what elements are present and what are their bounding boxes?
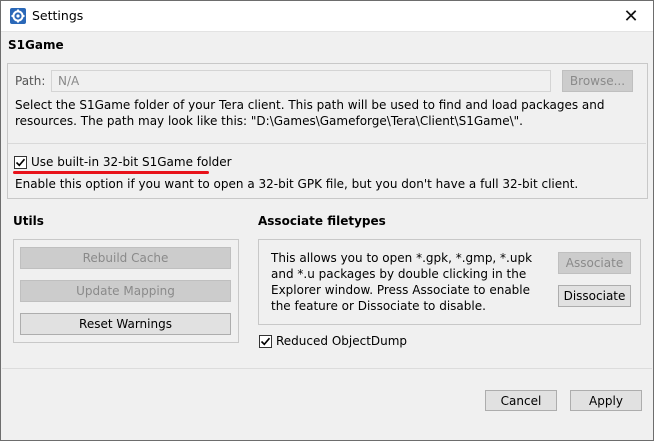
associate-description: This allows you to open *.gpk, *.gmp, *.… (271, 251, 533, 313)
reduced-dump-label[interactable]: Reduced ObjectDump (276, 334, 407, 348)
associate-heading: Associate filetypes (258, 214, 386, 228)
browse-button[interactable]: Browse... (562, 70, 633, 92)
checkmark-icon (260, 337, 271, 346)
footer-separator (2, 368, 652, 369)
tera-gear-icon (10, 8, 26, 24)
path-label: Path: (15, 74, 46, 88)
s1game-description: Select the S1Game folder of your Tera cl… (15, 98, 605, 128)
builtin-checkbox-label[interactable]: Use built-in 32-bit S1Game folder (31, 155, 232, 169)
s1game-heading: S1Game (8, 38, 64, 52)
settings-window: Settings ✕ S1Game Path: N/A Browse... Se… (0, 0, 654, 441)
highlight-underline (13, 171, 209, 174)
checkmark-icon (15, 158, 26, 167)
s1game-separator (8, 143, 646, 144)
path-input[interactable]: N/A (51, 70, 551, 92)
title-bar[interactable]: Settings ✕ (1, 1, 653, 32)
window-title: Settings (32, 8, 84, 23)
cancel-button[interactable]: Cancel (485, 390, 557, 411)
dissociate-button[interactable]: Dissociate (558, 285, 631, 307)
rebuild-cache-button[interactable]: Rebuild Cache (20, 247, 231, 269)
update-mapping-button[interactable]: Update Mapping (20, 280, 231, 302)
close-button[interactable]: ✕ (609, 1, 653, 31)
apply-button[interactable]: Apply (570, 390, 642, 411)
utils-heading: Utils (13, 214, 44, 228)
close-icon: ✕ (623, 5, 639, 27)
reduced-dump-checkbox[interactable] (259, 335, 272, 348)
builtin-description: Enable this option if you want to open a… (15, 177, 579, 191)
builtin-checkbox[interactable] (14, 156, 27, 169)
reset-warnings-button[interactable]: Reset Warnings (20, 313, 231, 335)
associate-button[interactable]: Associate (558, 252, 631, 274)
